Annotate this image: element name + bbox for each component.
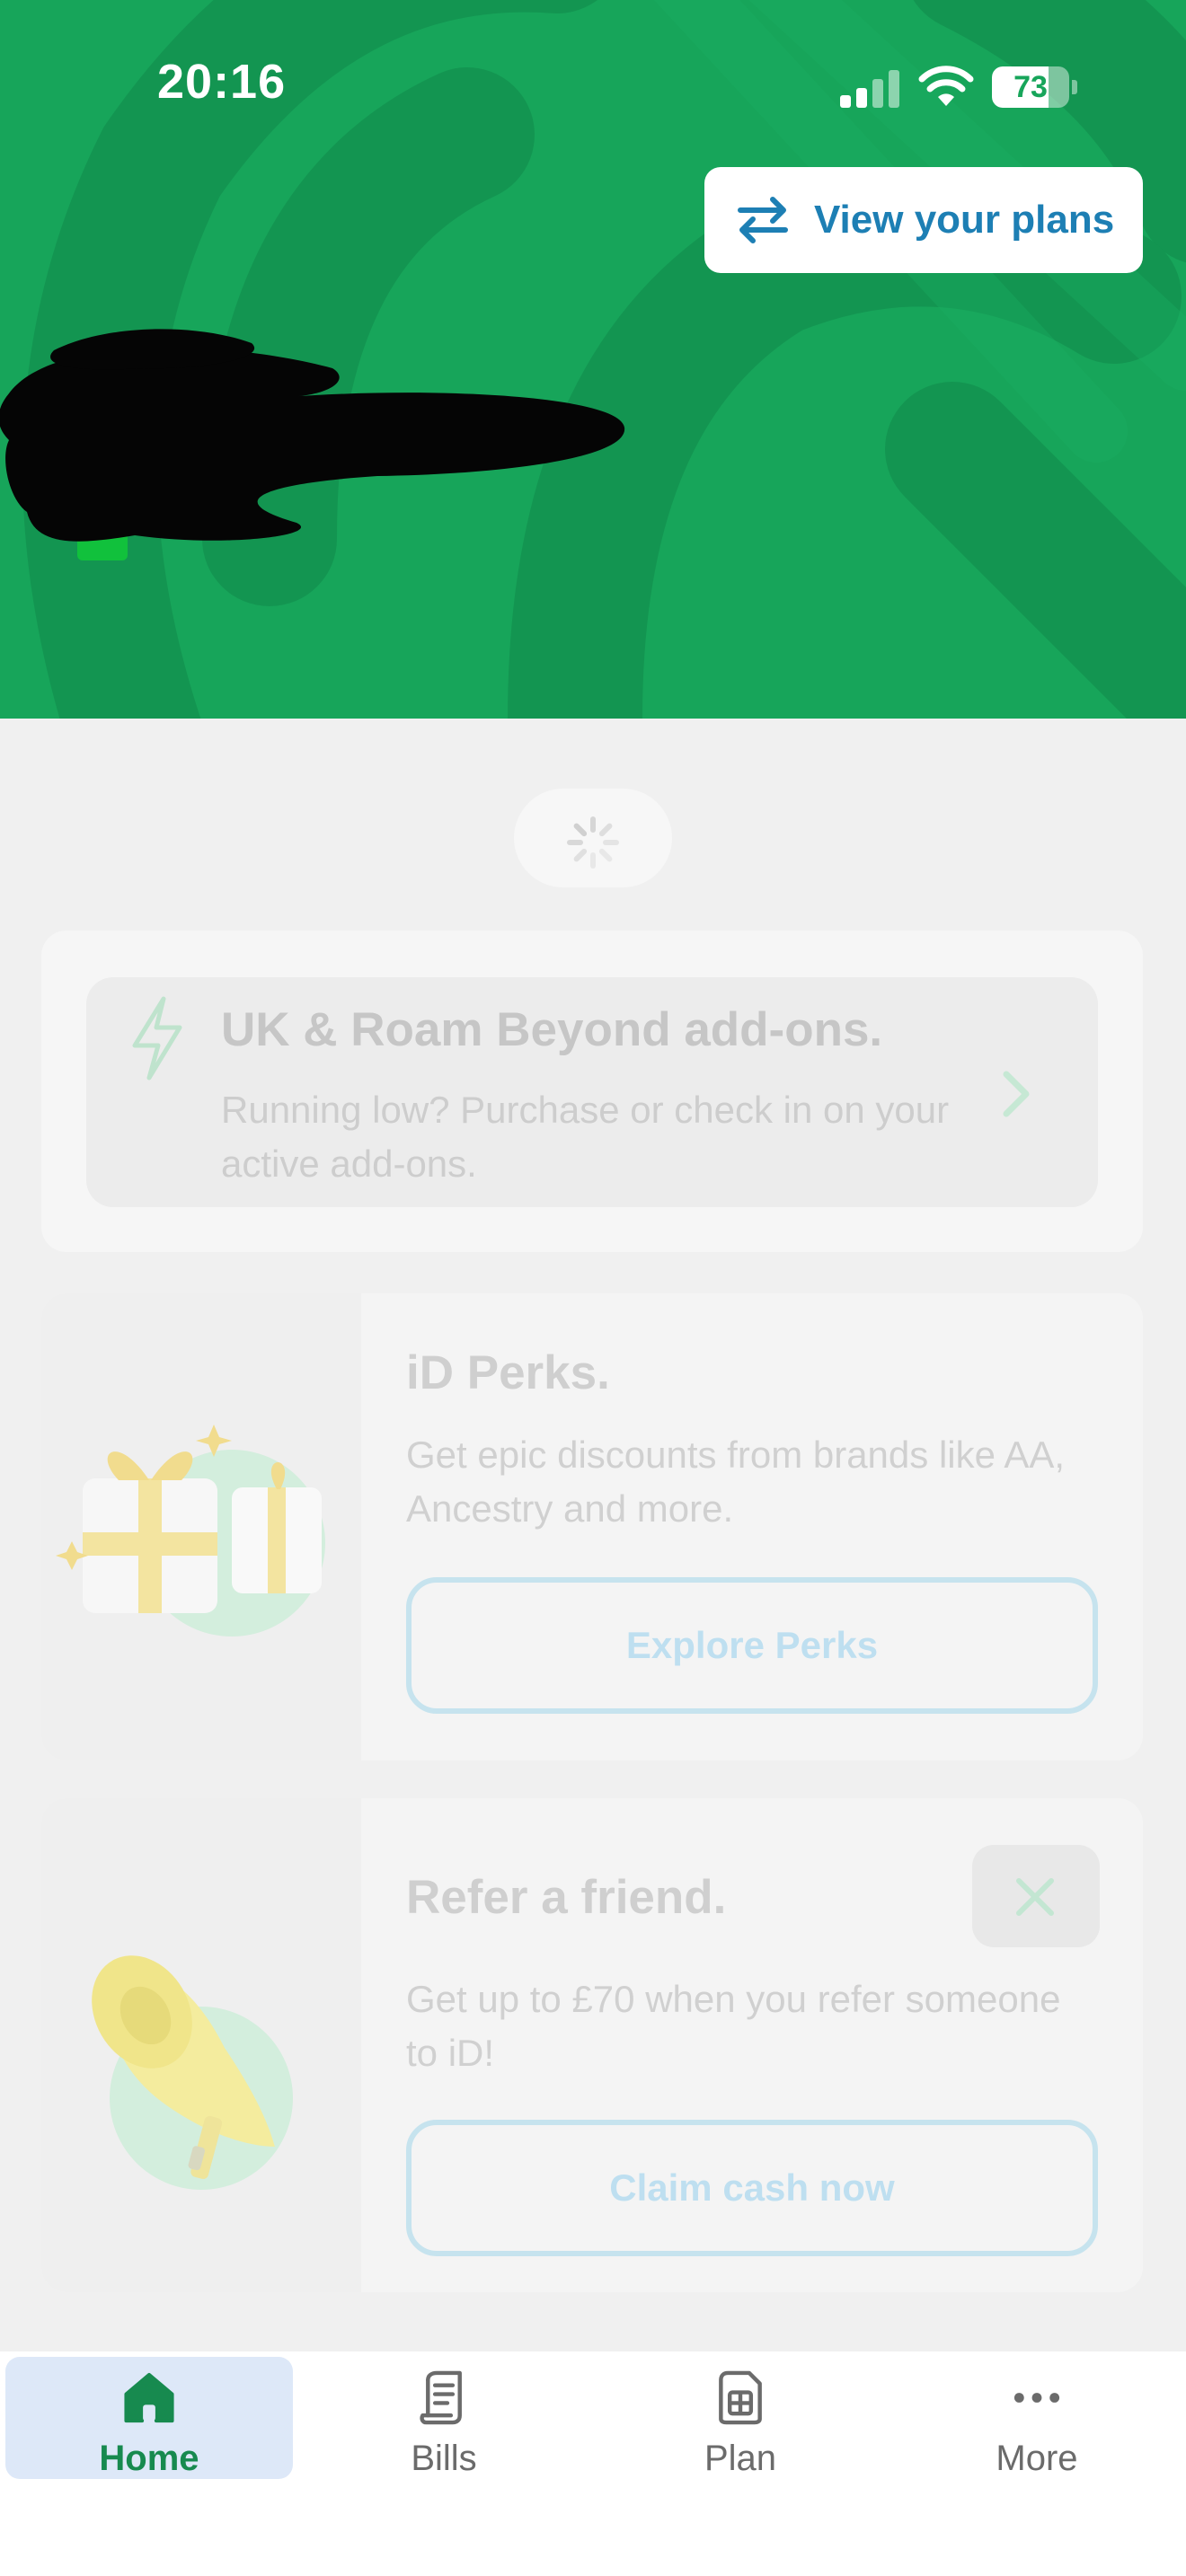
status-time: 20:16 [157, 55, 287, 109]
tab-home-label: Home [99, 2439, 199, 2478]
tab-bills-label: Bills [411, 2439, 477, 2478]
spinner-icon [567, 816, 619, 869]
home-icon [124, 2372, 174, 2423]
refer-description: Get up to £70 when you refer someone to … [406, 1978, 1061, 2074]
claim-cash-button[interactable]: Claim cash now [406, 2120, 1098, 2256]
explore-perks-button[interactable]: Explore Perks [406, 1577, 1098, 1714]
tab-more[interactable]: More [893, 2357, 1181, 2479]
more-dots-icon [1013, 2393, 1060, 2403]
view-plans-button[interactable]: View your plans [704, 167, 1143, 273]
status-bar: 20:16 73 [0, 0, 1186, 180]
perks-title: iD Perks. [406, 1346, 610, 1399]
tab-plan[interactable]: Plan [597, 2357, 884, 2479]
chevron-right-icon [1003, 1071, 1030, 1117]
addons-title: UK & Roam Beyond add-ons. [221, 1003, 883, 1056]
cellular-signal-icon [840, 70, 901, 108]
tab-bills[interactable]: Bills [300, 2357, 588, 2479]
tab-bar: Home Bills Plan More [0, 2351, 1186, 2576]
perks-description: Get epic discounts from brands like AA, … [406, 1434, 1066, 1530]
wifi-icon [918, 66, 974, 106]
addons-description: Running low? Purchase or check in on you… [221, 1089, 950, 1185]
swap-arrows-icon [738, 197, 788, 243]
sim-card-icon [719, 2370, 762, 2425]
gift-boxes-illustration [56, 1425, 325, 1636]
redacted-account-info [0, 329, 625, 560]
tab-more-label: More [996, 2439, 1078, 2478]
battery-level: 73 [1013, 70, 1048, 104]
tab-plan-label: Plan [704, 2439, 777, 2478]
hero-banner: 20:16 73 View your plans [0, 0, 1186, 719]
refer-title: Refer a friend. [406, 1871, 727, 1924]
close-icon [1016, 1878, 1054, 1916]
view-plans-label: View your plans [814, 198, 1115, 242]
tab-home[interactable]: Home [5, 2357, 293, 2479]
bills-icon [420, 2370, 462, 2425]
megaphone-illustration [92, 1955, 293, 2190]
battery-icon: 73 [992, 66, 1077, 108]
lightning-bolt-icon [132, 996, 182, 1081]
